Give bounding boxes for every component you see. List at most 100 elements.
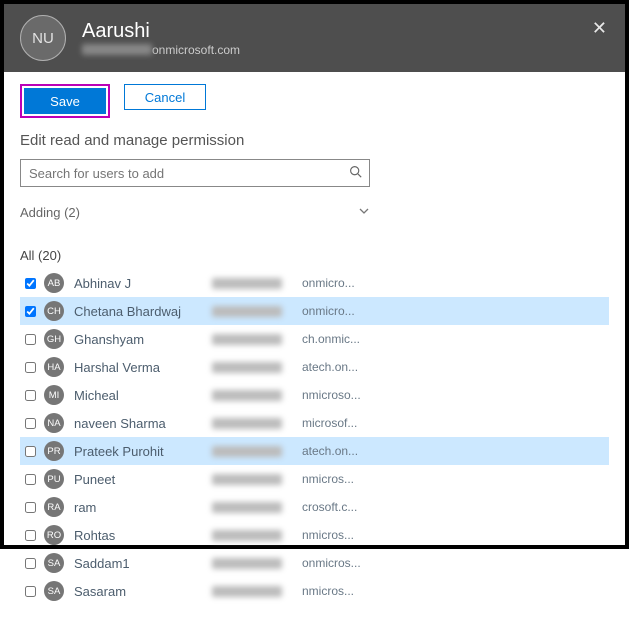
email-suffix: onmicrosoft.com: [152, 43, 240, 57]
checkbox-wrap: [20, 558, 40, 569]
redacted-email: [212, 390, 302, 401]
user-row[interactable]: AB Abhinav J onmicro...: [20, 269, 609, 297]
save-button[interactable]: Save: [24, 88, 106, 114]
redacted-email: [212, 362, 302, 373]
redacted-email: [212, 418, 302, 429]
user-domain: onmicro...: [302, 304, 355, 318]
user-checkbox[interactable]: [25, 390, 36, 401]
checkbox-wrap: [20, 306, 40, 317]
redacted-email: [212, 586, 302, 597]
user-domain: nmicros...: [302, 584, 354, 598]
avatar-initials: NU: [32, 30, 54, 47]
checkbox-wrap: [20, 334, 40, 345]
user-domain: nmicros...: [302, 472, 354, 486]
redacted-email-prefix: [82, 44, 152, 55]
user-name-label: Abhinav J: [74, 276, 212, 291]
checkbox-wrap: [20, 586, 40, 597]
user-name-label: Ghanshyam: [74, 332, 212, 347]
adding-row[interactable]: Adding (2): [20, 205, 370, 220]
section-title: Edit read and manage permission: [20, 132, 609, 149]
user-initials-badge: GH: [44, 329, 64, 349]
user-checkbox[interactable]: [25, 586, 36, 597]
user-row[interactable]: CH Chetana Bhardwaj onmicro...: [20, 297, 609, 325]
user-checkbox[interactable]: [25, 278, 36, 289]
redacted-email: [212, 502, 302, 513]
user-checkbox[interactable]: [25, 502, 36, 513]
user-initials-badge: HA: [44, 357, 64, 377]
user-domain: onmicros...: [302, 556, 361, 570]
header: NU Aarushi onmicrosoft.com ✕: [4, 4, 625, 72]
button-row: Save Cancel: [20, 84, 609, 118]
user-row[interactable]: PRPrateek Purohitatech.on...: [20, 437, 609, 465]
user-row[interactable]: NAnaveen Sharmamicrosof...: [20, 409, 609, 437]
user-initials-badge: SA: [44, 581, 64, 601]
user-checkbox[interactable]: [25, 474, 36, 485]
redacted-email: [212, 474, 302, 485]
user-checkbox[interactable]: [25, 418, 36, 429]
search-input[interactable]: [20, 159, 370, 187]
user-checkbox[interactable]: [25, 362, 36, 373]
user-row[interactable]: GH Ghanshyam ch.onmic...: [20, 325, 609, 353]
user-name-label: Rohtas: [74, 528, 212, 543]
user-row[interactable]: RA ram crosoft.c...: [20, 493, 609, 521]
checkbox-wrap: [20, 390, 40, 401]
user-name-label: Chetana Bhardwaj: [74, 304, 212, 319]
user-checkbox[interactable]: [25, 306, 36, 317]
checkbox-wrap: [20, 278, 40, 289]
user-row[interactable]: RORohtasnmicros...: [20, 521, 609, 549]
checkbox-wrap: [20, 530, 40, 541]
user-name: Aarushi: [82, 20, 240, 43]
user-initials-badge: CH: [44, 301, 64, 321]
user-name-label: Micheal: [74, 388, 212, 403]
user-domain: nmicros...: [302, 528, 354, 542]
user-row[interactable]: SA Saddam1 onmicros...: [20, 549, 609, 577]
checkbox-wrap: [20, 418, 40, 429]
adding-label: Adding (2): [20, 205, 80, 220]
user-initials-badge: PU: [44, 469, 64, 489]
user-name-label: Saddam1: [74, 556, 212, 571]
user-row[interactable]: MI Micheal nmicroso...: [20, 381, 609, 409]
user-initials-badge: AB: [44, 273, 64, 293]
close-icon[interactable]: ✕: [592, 18, 607, 39]
user-domain: crosoft.c...: [302, 500, 357, 514]
user-checkbox[interactable]: [25, 446, 36, 457]
user-domain: ch.onmic...: [302, 332, 360, 346]
user-name-label: naveen Sharma: [74, 416, 212, 431]
user-domain: atech.on...: [302, 444, 358, 458]
cancel-button[interactable]: Cancel: [124, 84, 206, 110]
user-row[interactable]: HA Harshal Verma atech.on...: [20, 353, 609, 381]
search-box: [20, 159, 370, 187]
user-domain: atech.on...: [302, 360, 358, 374]
user-name-label: Puneet: [74, 472, 212, 487]
user-domain: onmicro...: [302, 276, 355, 290]
user-checkbox[interactable]: [25, 558, 36, 569]
user-list: AB Abhinav J onmicro... CH Chetana Bhardwaj o…: [20, 269, 609, 605]
redacted-email: [212, 334, 302, 345]
redacted-email: [212, 530, 302, 541]
user-checkbox[interactable]: [25, 530, 36, 541]
all-label: All (20): [20, 248, 609, 263]
user-row[interactable]: PU Puneet nmicros...: [20, 465, 609, 493]
chevron-down-icon: [358, 205, 370, 220]
user-info: Aarushi onmicrosoft.com: [82, 20, 240, 57]
checkbox-wrap: [20, 474, 40, 485]
redacted-email: [212, 558, 302, 569]
user-name-label: ram: [74, 500, 212, 515]
user-checkbox[interactable]: [25, 334, 36, 345]
checkbox-wrap: [20, 446, 40, 457]
redacted-email: [212, 446, 302, 457]
user-initials-badge: SA: [44, 553, 64, 573]
highlight-save: Save: [20, 84, 110, 118]
user-name-label: Harshal Verma: [74, 360, 212, 375]
redacted-email: [212, 306, 302, 317]
checkbox-wrap: [20, 362, 40, 373]
content: Save Cancel Edit read and manage permiss…: [4, 72, 625, 617]
user-initials-badge: RA: [44, 497, 64, 517]
checkbox-wrap: [20, 502, 40, 513]
user-domain: nmicroso...: [302, 388, 361, 402]
avatar: NU: [20, 15, 66, 61]
user-row[interactable]: SASasaramnmicros...: [20, 577, 609, 605]
user-email: onmicrosoft.com: [82, 43, 240, 57]
user-initials-badge: MI: [44, 385, 64, 405]
user-name-label: Prateek Purohit: [74, 444, 212, 459]
